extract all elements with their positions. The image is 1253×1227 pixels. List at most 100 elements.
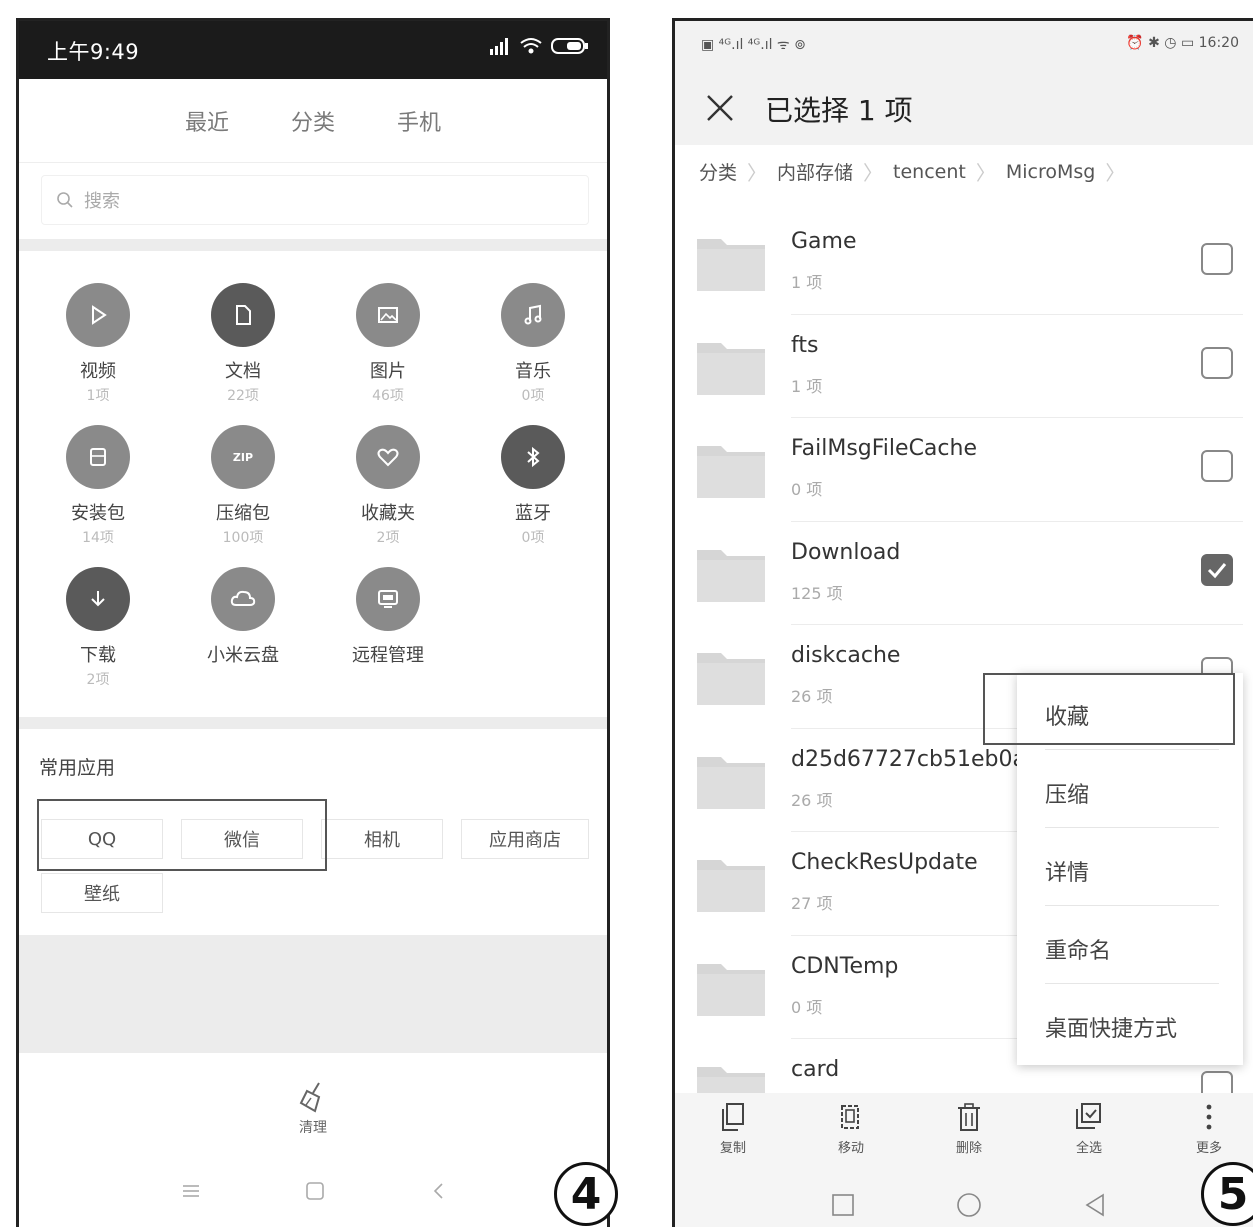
file-name: CheckResUpdate <box>791 850 978 875</box>
section-divider <box>19 239 607 251</box>
breadcrumb-item[interactable]: tencent <box>893 161 966 183</box>
category-downloads[interactable]: 下载 2项 <box>33 567 163 689</box>
category-label: 远程管理 <box>352 645 424 666</box>
category-label: 安装包 <box>71 503 125 524</box>
bluetooth-icon <box>501 425 565 489</box>
breadcrumb: 分类〉 内部存储〉 tencent 〉 MicroMsg 〉 <box>699 157 1125 186</box>
category-count: 14项 <box>82 530 114 546</box>
file-checkbox[interactable] <box>1201 243 1233 275</box>
folder-icon <box>697 756 765 809</box>
back-triangle-icon[interactable] <box>1083 1193 1107 1217</box>
file-name: CDNTemp <box>791 953 899 979</box>
trash-icon <box>958 1103 980 1131</box>
status-bar: 上午9:49 <box>19 21 607 79</box>
back-icon[interactable] <box>429 1181 449 1201</box>
file-row[interactable]: Game 1 项 <box>675 211 1253 315</box>
menu-divider <box>1045 905 1219 906</box>
file-checkbox[interactable] <box>1201 450 1233 482</box>
more-button[interactable]: 更多 <box>1169 1101 1249 1156</box>
category-label: 下载 <box>80 645 116 666</box>
home-circle-icon[interactable] <box>956 1192 982 1218</box>
move-button[interactable]: 移动 <box>811 1101 891 1156</box>
tab-phone[interactable]: 手机 <box>397 105 441 137</box>
file-row[interactable]: fts 1 项 <box>675 315 1253 418</box>
menu-item-details[interactable]: 详情 <box>1045 855 1089 887</box>
category-video[interactable]: 视频 1项 <box>33 283 163 405</box>
file-name: Game <box>791 229 857 254</box>
highlight-box <box>37 799 327 871</box>
copy-label: 复制 <box>719 1141 746 1156</box>
select-all-label: 全选 <box>1075 1141 1102 1156</box>
breadcrumb-item[interactable]: 内部存储 <box>777 158 853 185</box>
file-item-count: 1 项 <box>791 273 823 292</box>
tab-recent[interactable]: 最近 <box>185 105 229 137</box>
folder-icon <box>697 342 765 395</box>
menu-item-shortcut[interactable]: 桌面快捷方式 <box>1045 1011 1177 1043</box>
search-bar[interactable]: 搜索 <box>41 175 589 225</box>
category-count: 22项 <box>227 388 259 404</box>
category-archives[interactable]: ZIP 压缩包 100项 <box>178 425 308 547</box>
category-label: 视频 <box>80 361 116 382</box>
close-icon[interactable] <box>705 93 735 123</box>
category-count: 2项 <box>376 530 400 546</box>
file-item-count: 26 项 <box>791 790 833 810</box>
delete-button[interactable]: 删除 <box>929 1101 1009 1156</box>
cloud-icon <box>211 567 275 631</box>
tab-category[interactable]: 分类 <box>291 105 335 137</box>
search-placeholder: 搜索 <box>84 191 120 212</box>
category-music[interactable]: 音乐 0项 <box>468 283 598 405</box>
app-store[interactable]: 应用商店 <box>461 819 589 859</box>
app-camera[interactable]: 相机 <box>321 819 443 859</box>
file-name: fts <box>791 332 819 358</box>
breadcrumb-item[interactable]: 分类 <box>699 158 737 185</box>
highlight-box <box>983 673 1235 745</box>
category-count: 0项 <box>521 530 545 546</box>
app-wallpaper[interactable]: 壁纸 <box>41 873 163 913</box>
music-icon <box>501 283 565 347</box>
clean-label: 清理 <box>299 1120 327 1136</box>
home-icon[interactable] <box>305 1181 325 1201</box>
category-label: 压缩包 <box>216 503 270 524</box>
category-bluetooth[interactable]: 蓝牙 0项 <box>468 425 598 547</box>
file-item-count: 125 项 <box>791 583 843 603</box>
category-count: 46项 <box>372 388 404 404</box>
file-row[interactable]: FailMsgFileCache 0 项 <box>675 418 1253 522</box>
select-all-button[interactable]: 全选 <box>1049 1101 1129 1156</box>
category-count: 2项 <box>86 672 110 688</box>
file-name: card <box>791 1057 840 1082</box>
file-name: FailMsgFileCache <box>791 436 977 461</box>
file-item-count: 26 项 <box>791 687 833 706</box>
wifi-icon <box>520 38 542 54</box>
file-row[interactable]: Download 125 项 <box>675 522 1253 625</box>
file-name: d25d67727cb51eb0a <box>791 746 1026 772</box>
category-documents[interactable]: 文档 22项 <box>178 283 308 405</box>
category-count: 100项 <box>222 530 264 546</box>
clean-button[interactable]: 清理 <box>19 1053 607 1153</box>
file-checkbox[interactable] <box>1201 553 1233 586</box>
menu-item-compress[interactable]: 压缩 <box>1045 777 1089 809</box>
category-label: 收藏夹 <box>361 503 415 524</box>
category-images[interactable]: 图片 46项 <box>323 283 453 405</box>
status-bar: ▣ ⁴ᴳ.ıl ⁴ᴳ.ıl ᯤ ⊚ ⏰ ✱ ◷ ▭ 16:20 <box>675 21 1253 69</box>
file-checkbox[interactable] <box>1201 346 1233 379</box>
category-label: 小米云盘 <box>207 645 279 666</box>
select-all-icon <box>1076 1103 1101 1129</box>
folder-icon <box>697 549 765 602</box>
recents-square-icon[interactable] <box>831 1193 855 1217</box>
category-favorites[interactable]: 收藏夹 2项 <box>323 425 453 547</box>
more-vertical-icon <box>1206 1104 1212 1130</box>
heart-icon <box>356 425 420 489</box>
download-icon <box>66 567 130 631</box>
breadcrumb-item[interactable]: MicroMsg <box>1006 161 1096 183</box>
empty-area <box>19 935 607 1053</box>
menu-item-rename[interactable]: 重命名 <box>1045 933 1111 965</box>
folder-icon <box>697 860 765 912</box>
status-time: 上午9:49 <box>47 40 140 64</box>
copy-button[interactable]: 复制 <box>693 1101 773 1156</box>
category-apk[interactable]: 安装包 14项 <box>33 425 163 547</box>
category-label: 文档 <box>225 361 261 382</box>
category-cloud[interactable]: 小米云盘 <box>178 567 308 667</box>
chevron-right-icon: 〉 <box>975 161 996 185</box>
menu-icon[interactable] <box>181 1183 201 1199</box>
category-remote[interactable]: 远程管理 <box>323 567 453 667</box>
